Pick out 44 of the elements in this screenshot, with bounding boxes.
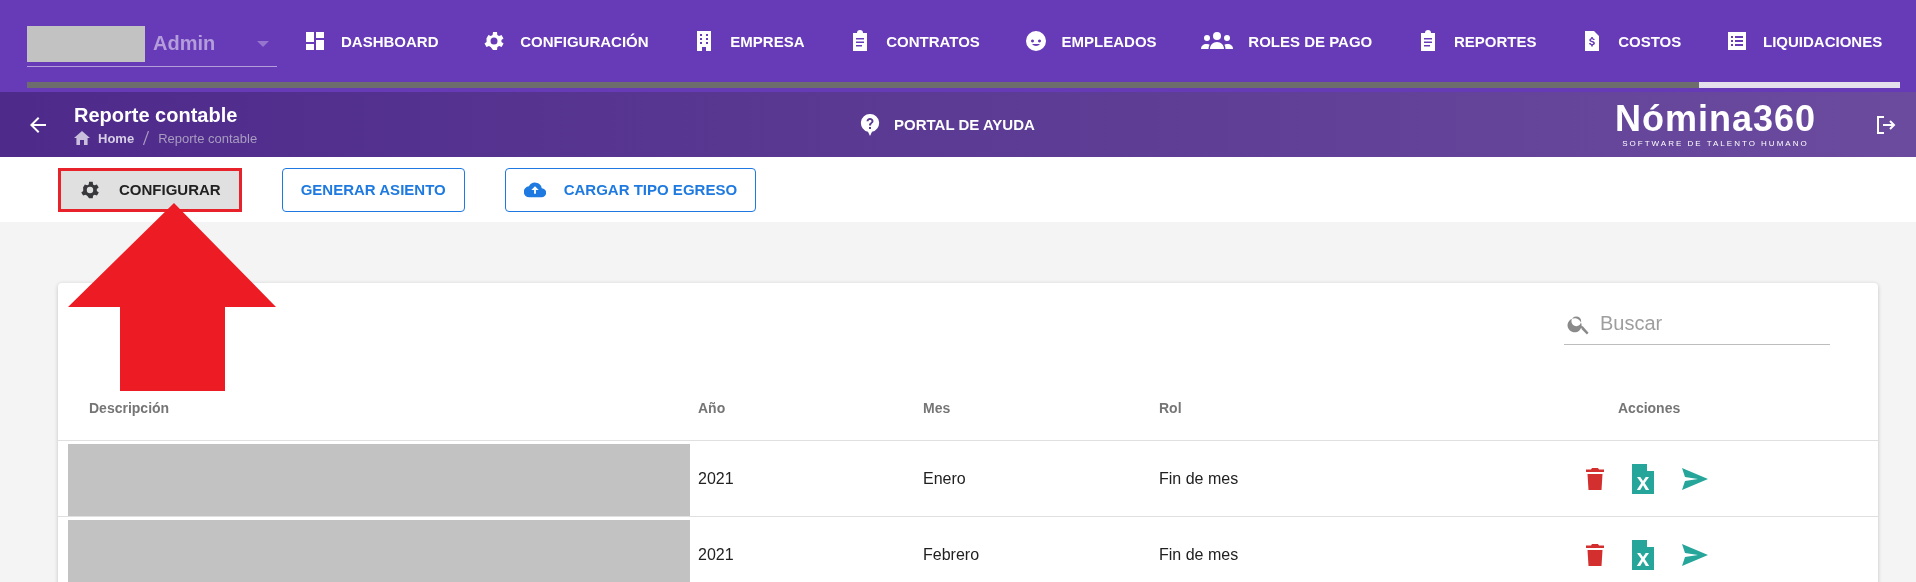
breadcrumb-link[interactable]: Home <box>98 130 135 146</box>
send-icon[interactable] <box>1682 543 1708 566</box>
brand-logo: Nómina360 <box>1614 101 1816 137</box>
table-cell: 2021 <box>698 545 734 563</box>
nav-tab[interactable]: ROLES DE PAGO <box>1174 0 1390 92</box>
column-header: Descripción <box>89 399 170 416</box>
delete-icon[interactable] <box>1586 543 1604 566</box>
send-icon[interactable] <box>1682 467 1708 490</box>
column-header: Año <box>698 399 726 416</box>
nav-tab[interactable]: DASHBOARD <box>277 0 457 92</box>
toolbar-button[interactable]: GENERAR ASIENTO <box>281 167 465 212</box>
table-cell: Fin de mes <box>1159 469 1239 487</box>
toolbar-button[interactable]: CONFIGURAR <box>61 170 239 209</box>
nav-tab[interactable]: EMPLEADOS <box>997 0 1175 92</box>
table-cell: Fin de mes <box>1159 545 1239 563</box>
column-header: Rol <box>1159 399 1182 416</box>
breadcrumb-current: Reporte contable <box>158 130 258 146</box>
table-cell: Enero <box>923 469 966 487</box>
toolbar-button[interactable]: CARGAR TIPO EGRESO <box>504 167 757 212</box>
nav-tab[interactable]: LIQUIDACIONES <box>1699 0 1900 92</box>
column-header: Acciones <box>1618 399 1681 416</box>
nav-tab[interactable]: CONTRATOS <box>822 0 998 92</box>
search-field[interactable]: Buscar <box>1564 303 1830 345</box>
spreadsheet-file-icon[interactable] <box>1632 463 1654 494</box>
column-header: Mes <box>923 399 951 416</box>
delete-icon[interactable] <box>1586 467 1604 490</box>
back-arrow-icon[interactable] <box>28 114 48 135</box>
table-cell: 2021 <box>698 469 734 487</box>
logout-icon[interactable] <box>1876 114 1896 135</box>
dashboard-icon <box>303 29 327 53</box>
nav-tab[interactable]: COSTOS <box>1554 0 1700 92</box>
face-icon <box>1023 29 1048 53</box>
page-title: Reporte contable <box>74 103 239 127</box>
nav-tab[interactable]: CONFIGURACIÓN <box>456 0 667 92</box>
nav-tab[interactable]: EMPRESA <box>666 0 823 92</box>
home-icon <box>74 131 90 145</box>
breadcrumb-separator-icon <box>142 131 151 145</box>
table-cell: Febrero <box>923 545 980 563</box>
help-portal-link[interactable]: PORTAL DE AYUDA <box>860 113 1035 136</box>
brand-tagline: SOFTWARE DE TALENTO HUMANO <box>1622 139 1809 148</box>
spreadsheet-file-icon[interactable] <box>1632 539 1654 570</box>
nav-tab[interactable]: REPORTES <box>1389 0 1555 92</box>
caret-icon <box>257 40 269 47</box>
help-icon <box>860 113 880 136</box>
